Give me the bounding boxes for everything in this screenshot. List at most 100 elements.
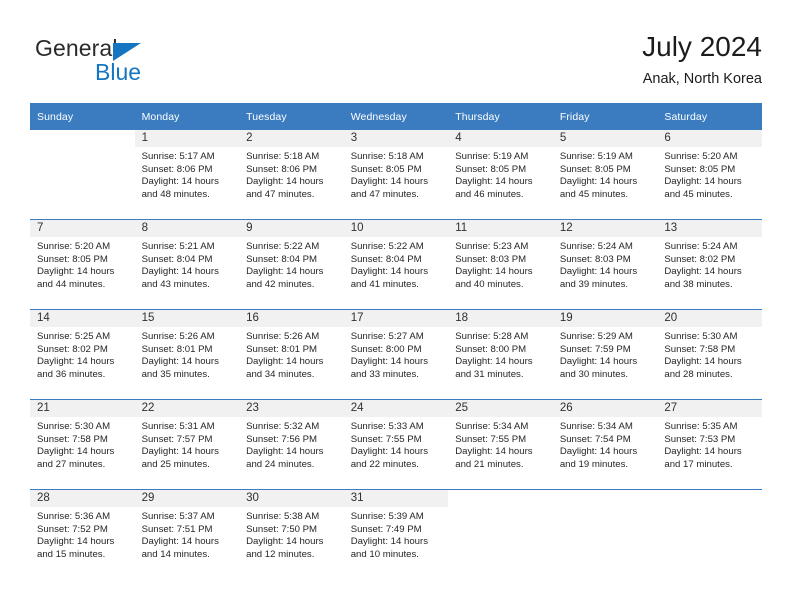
calendar-day-cell[interactable]: 14 Sunrise: 5:25 AM Sunset: 8:02 PM Dayligh… — [30, 309, 135, 400]
weekday-header-saturday: Saturday — [657, 103, 762, 130]
day-number: 16 — [239, 310, 344, 327]
day-detail-daylight-line1: Daylight: 14 hours — [246, 266, 324, 278]
day-details — [657, 507, 762, 511]
calendar-day-cell[interactable]: 16 Sunrise: 5:26 AM Sunset: 8:01 PM Dayligh… — [239, 309, 344, 400]
calendar-day-cell[interactable]: 19 Sunrise: 5:29 AM Sunset: 7:59 PM Dayligh… — [552, 309, 658, 400]
calendar-day-cell[interactable]: 18 Sunrise: 5:28 AM Sunset: 8:00 PM Dayligh… — [448, 309, 553, 400]
calendar-day-cell[interactable]: 25 Sunrise: 5:34 AM Sunset: 7:55 PM Dayligh… — [448, 399, 553, 490]
day-number: 22 — [134, 400, 240, 417]
calendar-day-cell[interactable]: 24 Sunrise: 5:33 AM Sunset: 7:55 PM Dayligh… — [343, 399, 449, 490]
day-details: Sunrise: 5:29 AM Sunset: 7:59 PM Daylight:… — [553, 327, 658, 381]
day-detail-sunset: Sunset: 8:01 PM — [141, 343, 213, 355]
day-details: Sunrise: 5:38 AM Sunset: 7:50 PM Daylight:… — [239, 507, 344, 561]
day-detail-sunrise: Sunrise: 5:19 AM — [559, 151, 633, 162]
calendar-week-row: 28 Sunrise: 5:36 AM Sunset: 7:52 PM Dayligh… — [30, 489, 762, 579]
day-detail-sunset: Sunset: 8:00 PM — [455, 343, 527, 355]
day-detail-daylight-line1: Daylight: 14 hours — [664, 266, 742, 278]
day-detail-daylight-line2: and 21 minutes. — [455, 458, 524, 470]
day-number: 13 — [657, 220, 762, 237]
calendar-day-cell[interactable]: 10 Sunrise: 5:22 AM Sunset: 8:04 PM Dayligh… — [343, 219, 449, 310]
calendar-day-cell[interactable]: 27 Sunrise: 5:35 AM Sunset: 7:53 PM Dayligh… — [657, 399, 762, 490]
day-details: Sunrise: 5:33 AM Sunset: 7:55 PM Daylight:… — [344, 417, 449, 471]
day-detail-daylight-line2: and 28 minutes. — [664, 368, 733, 380]
calendar-day-cell[interactable]: 30 Sunrise: 5:38 AM Sunset: 7:50 PM Dayligh… — [239, 489, 344, 579]
calendar-day-cell[interactable]: 31 Sunrise: 5:39 AM Sunset: 7:49 PM Dayligh… — [343, 489, 449, 579]
calendar-day-cell[interactable]: 1 Sunrise: 5:17 AM Sunset: 8:06 PM Daylight… — [134, 130, 240, 220]
day-cell-content: 1 Sunrise: 5:17 AM Sunset: 8:06 PM Daylight… — [134, 130, 240, 219]
general-blue-logo[interactable]: General Blue — [35, 35, 215, 91]
day-detail-sunrise: Sunrise: 5:34 AM — [559, 421, 633, 432]
day-details: Sunrise: 5:19 AM Sunset: 8:05 PM Daylight:… — [553, 147, 658, 201]
day-cell-content: 30 Sunrise: 5:38 AM Sunset: 7:50 PM Dayligh… — [239, 490, 344, 579]
calendar-day-cell[interactable]: 4 Sunrise: 5:19 AM Sunset: 8:05 PM Daylight… — [448, 130, 553, 220]
day-cell-content: 22 Sunrise: 5:31 AM Sunset: 7:57 PM Dayligh… — [134, 400, 240, 489]
day-detail-sunrise: Sunrise: 5:30 AM — [664, 331, 738, 342]
calendar-day-cell[interactable]: 28 Sunrise: 5:36 AM Sunset: 7:52 PM Dayligh… — [30, 489, 135, 579]
day-detail-daylight-line2: and 35 minutes. — [141, 368, 210, 380]
day-cell-content: 15 Sunrise: 5:26 AM Sunset: 8:01 PM Dayligh… — [134, 310, 240, 399]
day-detail-sunset: Sunset: 7:55 PM — [350, 433, 422, 445]
calendar-day-cell — [657, 489, 762, 579]
day-detail-sunset: Sunset: 7:57 PM — [141, 433, 213, 445]
day-detail-sunset: Sunset: 7:50 PM — [246, 523, 318, 535]
calendar-day-cell[interactable]: 13 Sunrise: 5:24 AM Sunset: 8:02 PM Dayligh… — [657, 219, 762, 310]
day-details: Sunrise: 5:30 AM Sunset: 7:58 PM Daylight:… — [657, 327, 762, 381]
calendar-day-cell[interactable]: 11 Sunrise: 5:23 AM Sunset: 8:03 PM Dayligh… — [448, 219, 553, 310]
day-detail-daylight-line1: Daylight: 14 hours — [350, 356, 429, 368]
day-detail-sunrise: Sunrise: 5:26 AM — [141, 331, 215, 342]
calendar-day-cell — [552, 489, 658, 579]
day-details: Sunrise: 5:26 AM Sunset: 8:01 PM Daylight:… — [239, 327, 344, 381]
day-detail-daylight-line1: Daylight: 14 hours — [559, 176, 638, 188]
day-detail-sunrise: Sunrise: 5:24 AM — [559, 241, 633, 252]
calendar-day-cell[interactable]: 2 Sunrise: 5:18 AM Sunset: 8:06 PM Daylight… — [239, 130, 344, 220]
day-detail-daylight-line1: Daylight: 14 hours — [559, 356, 638, 368]
day-detail-sunset: Sunset: 7:55 PM — [455, 433, 527, 445]
day-detail-sunset: Sunset: 7:49 PM — [350, 523, 422, 535]
day-detail-sunset: Sunset: 8:02 PM — [664, 253, 736, 265]
calendar-day-cell[interactable]: 15 Sunrise: 5:26 AM Sunset: 8:01 PM Dayligh… — [134, 309, 240, 400]
calendar-day-cell[interactable]: 9 Sunrise: 5:22 AM Sunset: 8:04 PM Daylight… — [239, 219, 344, 310]
day-cell-content: 20 Sunrise: 5:30 AM Sunset: 7:58 PM Dayligh… — [657, 310, 762, 399]
day-number: 26 — [552, 400, 658, 417]
calendar-day-cell[interactable]: 12 Sunrise: 5:24 AM Sunset: 8:03 PM Dayligh… — [552, 219, 658, 310]
calendar-day-cell[interactable]: 17 Sunrise: 5:27 AM Sunset: 8:00 PM Dayligh… — [343, 309, 449, 400]
day-cell-content: 8 Sunrise: 5:21 AM Sunset: 8:04 PM Daylight… — [134, 220, 240, 309]
day-detail-sunrise: Sunrise: 5:24 AM — [664, 241, 738, 252]
calendar-day-cell[interactable]: 5 Sunrise: 5:19 AM Sunset: 8:05 PM Daylight… — [552, 130, 658, 220]
day-details: Sunrise: 5:32 AM Sunset: 7:56 PM Daylight:… — [239, 417, 344, 471]
day-details: Sunrise: 5:20 AM Sunset: 8:05 PM Daylight:… — [30, 237, 135, 291]
calendar-day-cell[interactable]: 22 Sunrise: 5:31 AM Sunset: 7:57 PM Dayligh… — [134, 399, 240, 490]
day-detail-daylight-line1: Daylight: 14 hours — [37, 266, 115, 278]
day-detail-daylight-line1: Daylight: 14 hours — [37, 356, 115, 368]
day-detail-sunset: Sunset: 7:53 PM — [664, 433, 736, 445]
day-detail-daylight-line2: and 14 minutes. — [141, 548, 210, 560]
day-details: Sunrise: 5:23 AM Sunset: 8:03 PM Daylight:… — [448, 237, 553, 291]
calendar-day-cell[interactable]: 29 Sunrise: 5:37 AM Sunset: 7:51 PM Dayligh… — [134, 489, 240, 579]
day-detail-daylight-line1: Daylight: 14 hours — [141, 536, 219, 548]
calendar-day-cell[interactable]: 3 Sunrise: 5:18 AM Sunset: 8:05 PM Daylight… — [343, 130, 449, 220]
calendar-day-cell[interactable]: 21 Sunrise: 5:30 AM Sunset: 7:58 PM Dayligh… — [30, 399, 135, 490]
page-header: General Blue July 2024 Anak, North Korea — [30, 30, 762, 96]
calendar-day-cell[interactable]: 23 Sunrise: 5:32 AM Sunset: 7:56 PM Dayligh… — [239, 399, 344, 490]
calendar-day-cell — [448, 489, 553, 579]
day-detail-sunset: Sunset: 8:03 PM — [559, 253, 631, 265]
calendar-day-cell[interactable]: 20 Sunrise: 5:30 AM Sunset: 7:58 PM Dayligh… — [657, 309, 762, 400]
day-number: 20 — [657, 310, 762, 327]
day-detail-sunrise: Sunrise: 5:28 AM — [455, 331, 529, 342]
calendar-page: General Blue July 2024 Anak, North Korea… — [0, 0, 792, 612]
calendar-day-cell[interactable]: 8 Sunrise: 5:21 AM Sunset: 8:04 PM Daylight… — [134, 219, 240, 310]
day-detail-daylight-line1: Daylight: 14 hours — [350, 536, 429, 548]
day-number: 30 — [239, 490, 344, 507]
calendar-day-cell[interactable]: 7 Sunrise: 5:20 AM Sunset: 8:05 PM Daylight… — [30, 219, 135, 310]
calendar-day-cell[interactable]: 6 Sunrise: 5:20 AM Sunset: 8:05 PM Daylight… — [657, 130, 762, 220]
calendar-day-cell[interactable]: 26 Sunrise: 5:34 AM Sunset: 7:54 PM Dayligh… — [552, 399, 658, 490]
day-detail-daylight-line1: Daylight: 14 hours — [246, 536, 324, 548]
day-cell-content: 9 Sunrise: 5:22 AM Sunset: 8:04 PM Daylight… — [239, 220, 344, 309]
day-number: 15 — [134, 310, 240, 327]
day-details: Sunrise: 5:19 AM Sunset: 8:05 PM Daylight:… — [448, 147, 553, 201]
day-detail-daylight-line2: and 24 minutes. — [246, 458, 315, 470]
logo-primary-text: General — [35, 35, 118, 61]
day-detail-daylight-line1: Daylight: 14 hours — [350, 176, 429, 188]
day-cell-content: 13 Sunrise: 5:24 AM Sunset: 8:02 PM Dayligh… — [657, 220, 762, 309]
day-detail-sunset: Sunset: 8:04 PM — [141, 253, 213, 265]
